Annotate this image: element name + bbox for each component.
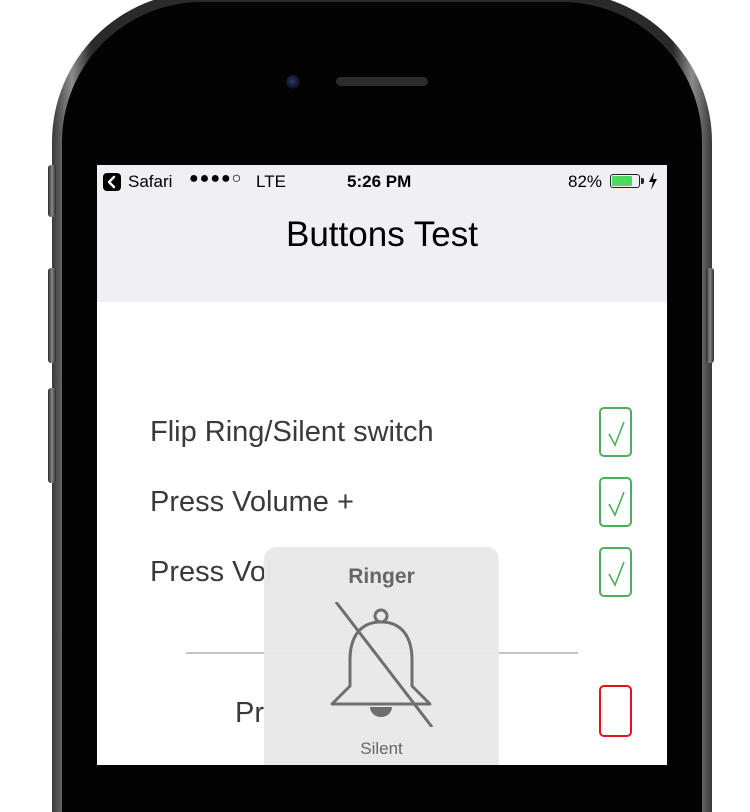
test-label-ring-silent: Flip Ring/Silent switch (150, 416, 434, 448)
page-title: Buttons Test (286, 215, 478, 254)
screen: Safari ●●●●○ LTE 5:26 PM 82% Buttons Tes… (97, 165, 667, 765)
battery-cap (641, 178, 644, 184)
charging-bolt-icon (648, 172, 658, 190)
test-label-volume-down: Press Vol (150, 556, 273, 588)
volume-down-button (48, 388, 56, 483)
test-check-volume-down[interactable] (599, 547, 632, 597)
hud-title: Ringer (348, 565, 415, 588)
ringer-hud: Ringer Silent (264, 547, 499, 765)
bell-slash-icon (330, 602, 434, 727)
power-button (706, 268, 714, 363)
signal-strength: ●●●●○ (189, 170, 243, 187)
status-time: 5:26 PM (347, 172, 412, 191)
test-check-ring-silent[interactable] (599, 407, 632, 457)
test-check-lower[interactable] (599, 685, 632, 737)
battery-percentage: 82% (568, 172, 603, 191)
test-check-volume-up[interactable] (599, 477, 632, 527)
mute-switch (48, 165, 56, 217)
battery-icon (610, 174, 644, 188)
back-to-app-label[interactable]: Safari (128, 172, 172, 192)
earpiece-speaker (336, 77, 428, 86)
checkmark-icon (608, 421, 625, 447)
volume-up-button (48, 268, 56, 363)
front-camera (286, 75, 300, 89)
battery-level (612, 176, 632, 186)
checkmark-icon (608, 491, 625, 517)
back-arrow-icon[interactable] (103, 173, 121, 191)
test-label-volume-up: Press Volume + (150, 486, 354, 518)
test-label-lower: Pr (235, 697, 264, 729)
checkmark-icon (608, 561, 625, 587)
hud-subtitle: Silent (360, 739, 403, 758)
status-bar: Safari ●●●●○ LTE 5:26 PM 82% (97, 165, 667, 199)
network-type: LTE (256, 172, 286, 191)
